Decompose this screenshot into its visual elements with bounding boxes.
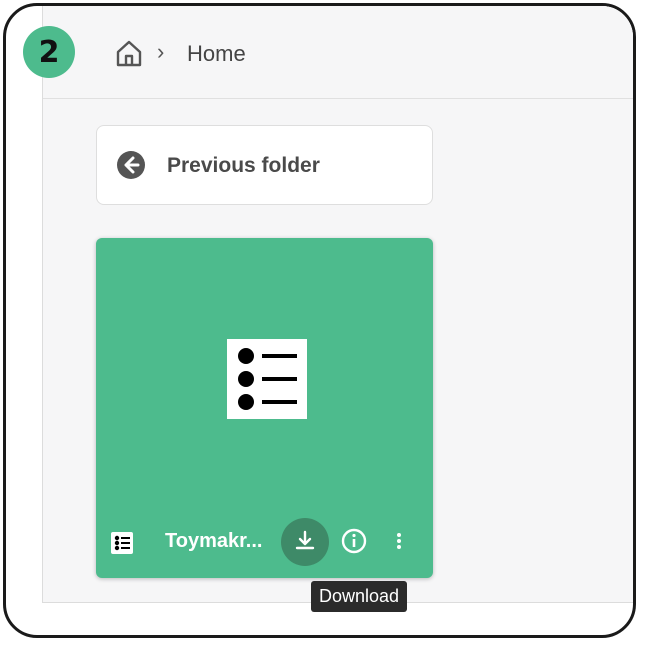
download-button[interactable] [281,518,329,566]
previous-folder-button[interactable]: Previous folder [96,125,433,205]
screenshot-frame: 2 › Home Previous folder Toymakr... Down… [3,3,636,638]
list-icon [111,532,133,554]
bulleted-list-icon [227,339,307,419]
breadcrumb: › Home [43,6,633,99]
previous-folder-label: Previous folder [167,154,320,177]
file-card[interactable]: Toymakr... [96,238,433,578]
info-icon[interactable] [340,527,368,555]
download-tooltip: Download [311,581,408,612]
download-icon [295,530,315,550]
file-manager: › Home Previous folder Toymakr... Downlo… [42,6,633,612]
file-name[interactable]: Toymakr... [165,530,262,553]
file-card-footer: Toymakr... [96,508,433,578]
step-badge: 2 [23,26,75,78]
more-vertical-icon[interactable] [393,527,405,555]
home-icon[interactable] [114,38,144,68]
breadcrumb-separator: › [157,39,165,64]
arrow-left-circle-icon [117,151,145,179]
breadcrumb-home[interactable]: Home [187,41,246,67]
